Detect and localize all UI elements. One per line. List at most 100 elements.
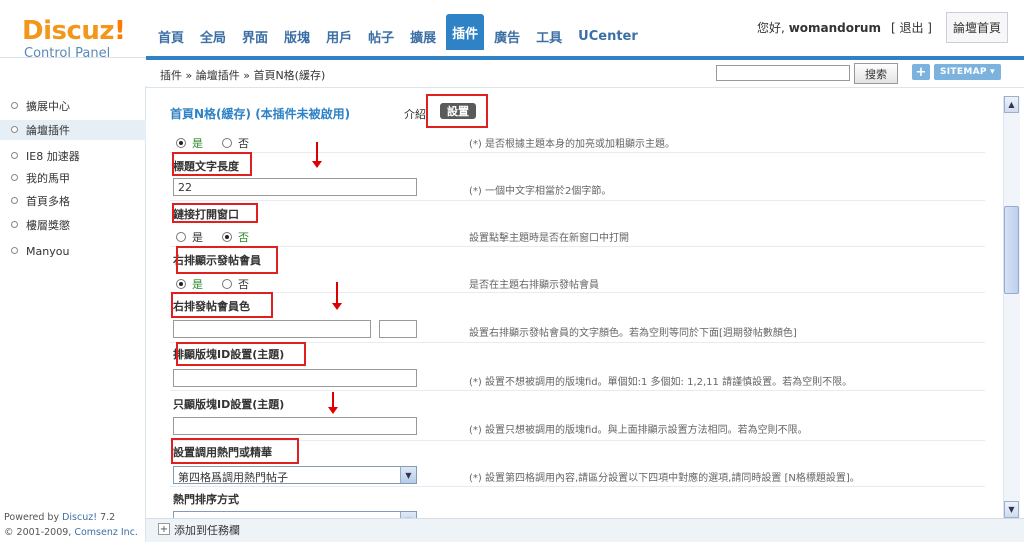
row-divider xyxy=(170,152,985,153)
annotation-arrow xyxy=(328,392,338,414)
user-greeting: 您好, womandorum xyxy=(757,21,881,35)
sidebar-item-label: 擴展中心 xyxy=(26,100,70,113)
nav-tab-users[interactable]: 用戶 xyxy=(320,22,358,50)
row-divider xyxy=(170,246,985,247)
hint-title-length: (*) 一個中文字相當於2個字節。 xyxy=(469,186,612,197)
forum-home-button[interactable]: 論壇首頁 xyxy=(945,12,1008,43)
sidebar-item-label: 論壇插件 xyxy=(26,124,70,137)
hint-only-forums: (*) 設置只想被調用的版塊fid。與上面排顯示設置方法相同。若為空則不限。 xyxy=(469,425,808,436)
hint-poster-color: 設置右排顯示發帖會員的文字顏色。若為空則等同於下面[週期發帖數顏色] xyxy=(469,328,797,339)
annotation-arrow xyxy=(312,142,322,168)
sidebar-item-forum-plugins[interactable]: 論壇插件 xyxy=(0,120,146,140)
title-length-input[interactable]: 22 xyxy=(173,178,417,196)
add-to-taskbar-link[interactable]: 添加到任務欄 xyxy=(174,522,240,538)
radio-icon xyxy=(222,138,232,148)
annotation-box xyxy=(176,342,306,366)
copyright: © 2001-2009, Comsenz Inc. xyxy=(4,527,138,538)
sidebar-item-my-vest[interactable]: 我的馬甲 xyxy=(0,168,146,188)
nav-tab-forums[interactable]: 版塊 xyxy=(278,22,316,50)
radio-icon xyxy=(222,232,232,242)
hot-or-digest-select[interactable]: 第四格爲調用熱門帖子 ▼ xyxy=(173,466,417,484)
nav-tab-extensions[interactable]: 擴展 xyxy=(404,22,442,50)
search-input[interactable] xyxy=(716,65,850,81)
bullet-icon xyxy=(11,221,18,228)
poster-color-input[interactable] xyxy=(173,320,371,338)
main-content: 首頁N格(緩存) (本插件未被啟用) 介紹 設置 是 否 (*) 是否根據主題本… xyxy=(146,88,1006,518)
nav-tab-plugins[interactable]: 插件 xyxy=(446,14,485,50)
sidebar-item-floor-rewards[interactable]: 樓層獎懲 xyxy=(0,215,146,235)
add-shortcut-button[interactable]: + xyxy=(912,64,930,80)
exclude-forums-input[interactable] xyxy=(173,369,417,387)
page-title: 首頁N格(緩存) (本插件未被啟用) xyxy=(170,107,351,121)
hot-sort-select[interactable]: ▼ xyxy=(173,511,417,518)
sidebar-item-extension-center[interactable]: 擴展中心 xyxy=(0,96,146,116)
nav-tab-ucenter[interactable]: UCenter xyxy=(572,22,644,50)
nav-tab-global[interactable]: 全局 xyxy=(194,22,232,50)
link-window-yes-radio[interactable]: 是 xyxy=(176,229,203,245)
highlight-no-radio[interactable]: 否 xyxy=(222,135,249,151)
label-only-forums: 只顯版塊ID設置(主題) xyxy=(173,398,285,411)
radio-icon xyxy=(176,232,186,242)
scroll-up-arrow-icon[interactable]: ▲ xyxy=(1004,96,1019,113)
sidebar-item-label: 首頁多格 xyxy=(26,195,70,208)
hint-link-window: 設置點擊主題時是否在新窗口中打開 xyxy=(469,233,629,244)
radio-icon xyxy=(176,279,186,289)
bullet-icon xyxy=(11,174,18,181)
nav-tab-ads[interactable]: 廣告 xyxy=(488,22,526,50)
show-poster-yes-radio[interactable]: 是 xyxy=(176,276,203,292)
scrollbar-thumb[interactable] xyxy=(1004,206,1019,294)
scroll-down-arrow-icon[interactable]: ▼ xyxy=(1004,501,1019,518)
annotation-box xyxy=(176,246,278,274)
nav-tab-home[interactable]: 首頁 xyxy=(152,22,190,50)
bullet-icon xyxy=(11,247,18,254)
bullet-icon xyxy=(11,126,18,133)
row-divider xyxy=(170,200,985,201)
highlight-yes-radio[interactable]: 是 xyxy=(176,135,203,151)
annotation-box xyxy=(172,203,258,223)
scrollbar-track[interactable] xyxy=(1003,96,1020,518)
poster-color-swatch[interactable] xyxy=(379,320,417,338)
nav-tab-interface[interactable]: 界面 xyxy=(236,22,274,50)
logout-link[interactable]: [ 退出 ] xyxy=(891,19,932,36)
label-hot-sort: 熱門排序方式 xyxy=(173,493,239,506)
radio-icon xyxy=(176,138,186,148)
hint-hot-or-digest: (*) 設置第四格調用內容,請區分設置以下四項中對應的選項,請同時設置 [N格標… xyxy=(469,473,860,484)
search-button[interactable]: 搜索 xyxy=(854,63,898,84)
link-window-no-radio[interactable]: 否 xyxy=(222,229,249,245)
powered-by: Powered by Discuz! 7.2 xyxy=(4,512,116,523)
hint-show-poster: 是否在主題右排顯示發帖會員 xyxy=(469,280,599,291)
user-name: womandorum xyxy=(788,21,881,35)
bullet-icon xyxy=(11,197,18,204)
bullet-icon xyxy=(11,102,18,109)
nav-tab-posts[interactable]: 帖子 xyxy=(362,22,400,50)
breadcrumb-bar: 插件 » 論壇插件 » 首頁N格(緩存) 搜索 + SITEMAP ▾ xyxy=(146,60,1024,88)
sidebar-item-homepage-grid[interactable]: 首頁多格 xyxy=(0,191,146,211)
sidebar-footer: Powered by Discuz! 7.2 © 2001-2009, Coms… xyxy=(4,510,138,540)
logo-subtitle: Control Panel xyxy=(24,46,111,61)
hint-exclude-forums: (*) 設置不想被調用的版塊fid。單個如:1 多個如: 1,2,11 請謹慎設… xyxy=(469,377,853,388)
sidebar-item-ie8-accelerator[interactable]: IE8 加速器 xyxy=(0,146,146,166)
show-poster-no-radio[interactable]: 否 xyxy=(222,276,249,292)
radio-icon xyxy=(222,279,232,289)
logo[interactable]: Discuz! Control Panel xyxy=(22,18,132,61)
chevron-down-icon[interactable]: ▼ xyxy=(400,467,416,483)
annotation-box xyxy=(171,292,273,318)
main-nav: 首頁 全局 界面 版塊 用戶 帖子 擴展 插件 廣告 工具 UCenter xyxy=(152,14,648,58)
sidebar-item-label: IE8 加速器 xyxy=(26,150,80,163)
bottom-bar: + 添加到任務欄 xyxy=(146,518,1024,542)
nav-tab-tools[interactable]: 工具 xyxy=(530,22,568,50)
row-divider xyxy=(170,486,985,487)
header: Discuz! Control Panel 首頁 全局 界面 版塊 用戶 帖子 … xyxy=(0,0,1024,61)
breadcrumb: 插件 » 論壇插件 » 首頁N格(緩存) xyxy=(160,69,326,82)
sitemap-button[interactable]: SITEMAP ▾ xyxy=(934,64,1001,80)
sidebar-item-label: Manyou xyxy=(26,244,70,258)
sidebar-item-manyou[interactable]: Manyou xyxy=(0,241,146,261)
annotation-box xyxy=(426,94,488,128)
only-forums-input[interactable] xyxy=(173,417,417,435)
tab-intro[interactable]: 介紹 xyxy=(404,106,426,122)
row-divider xyxy=(170,390,985,391)
comsenz-link[interactable]: Comsenz Inc. xyxy=(74,527,138,538)
logo-brand: Discuz! xyxy=(22,16,126,46)
plus-icon[interactable]: + xyxy=(158,523,170,535)
sidebar: 擴展中心 論壇插件 IE8 加速器 我的馬甲 首頁多格 樓層獎懲 Manyou … xyxy=(0,86,146,542)
